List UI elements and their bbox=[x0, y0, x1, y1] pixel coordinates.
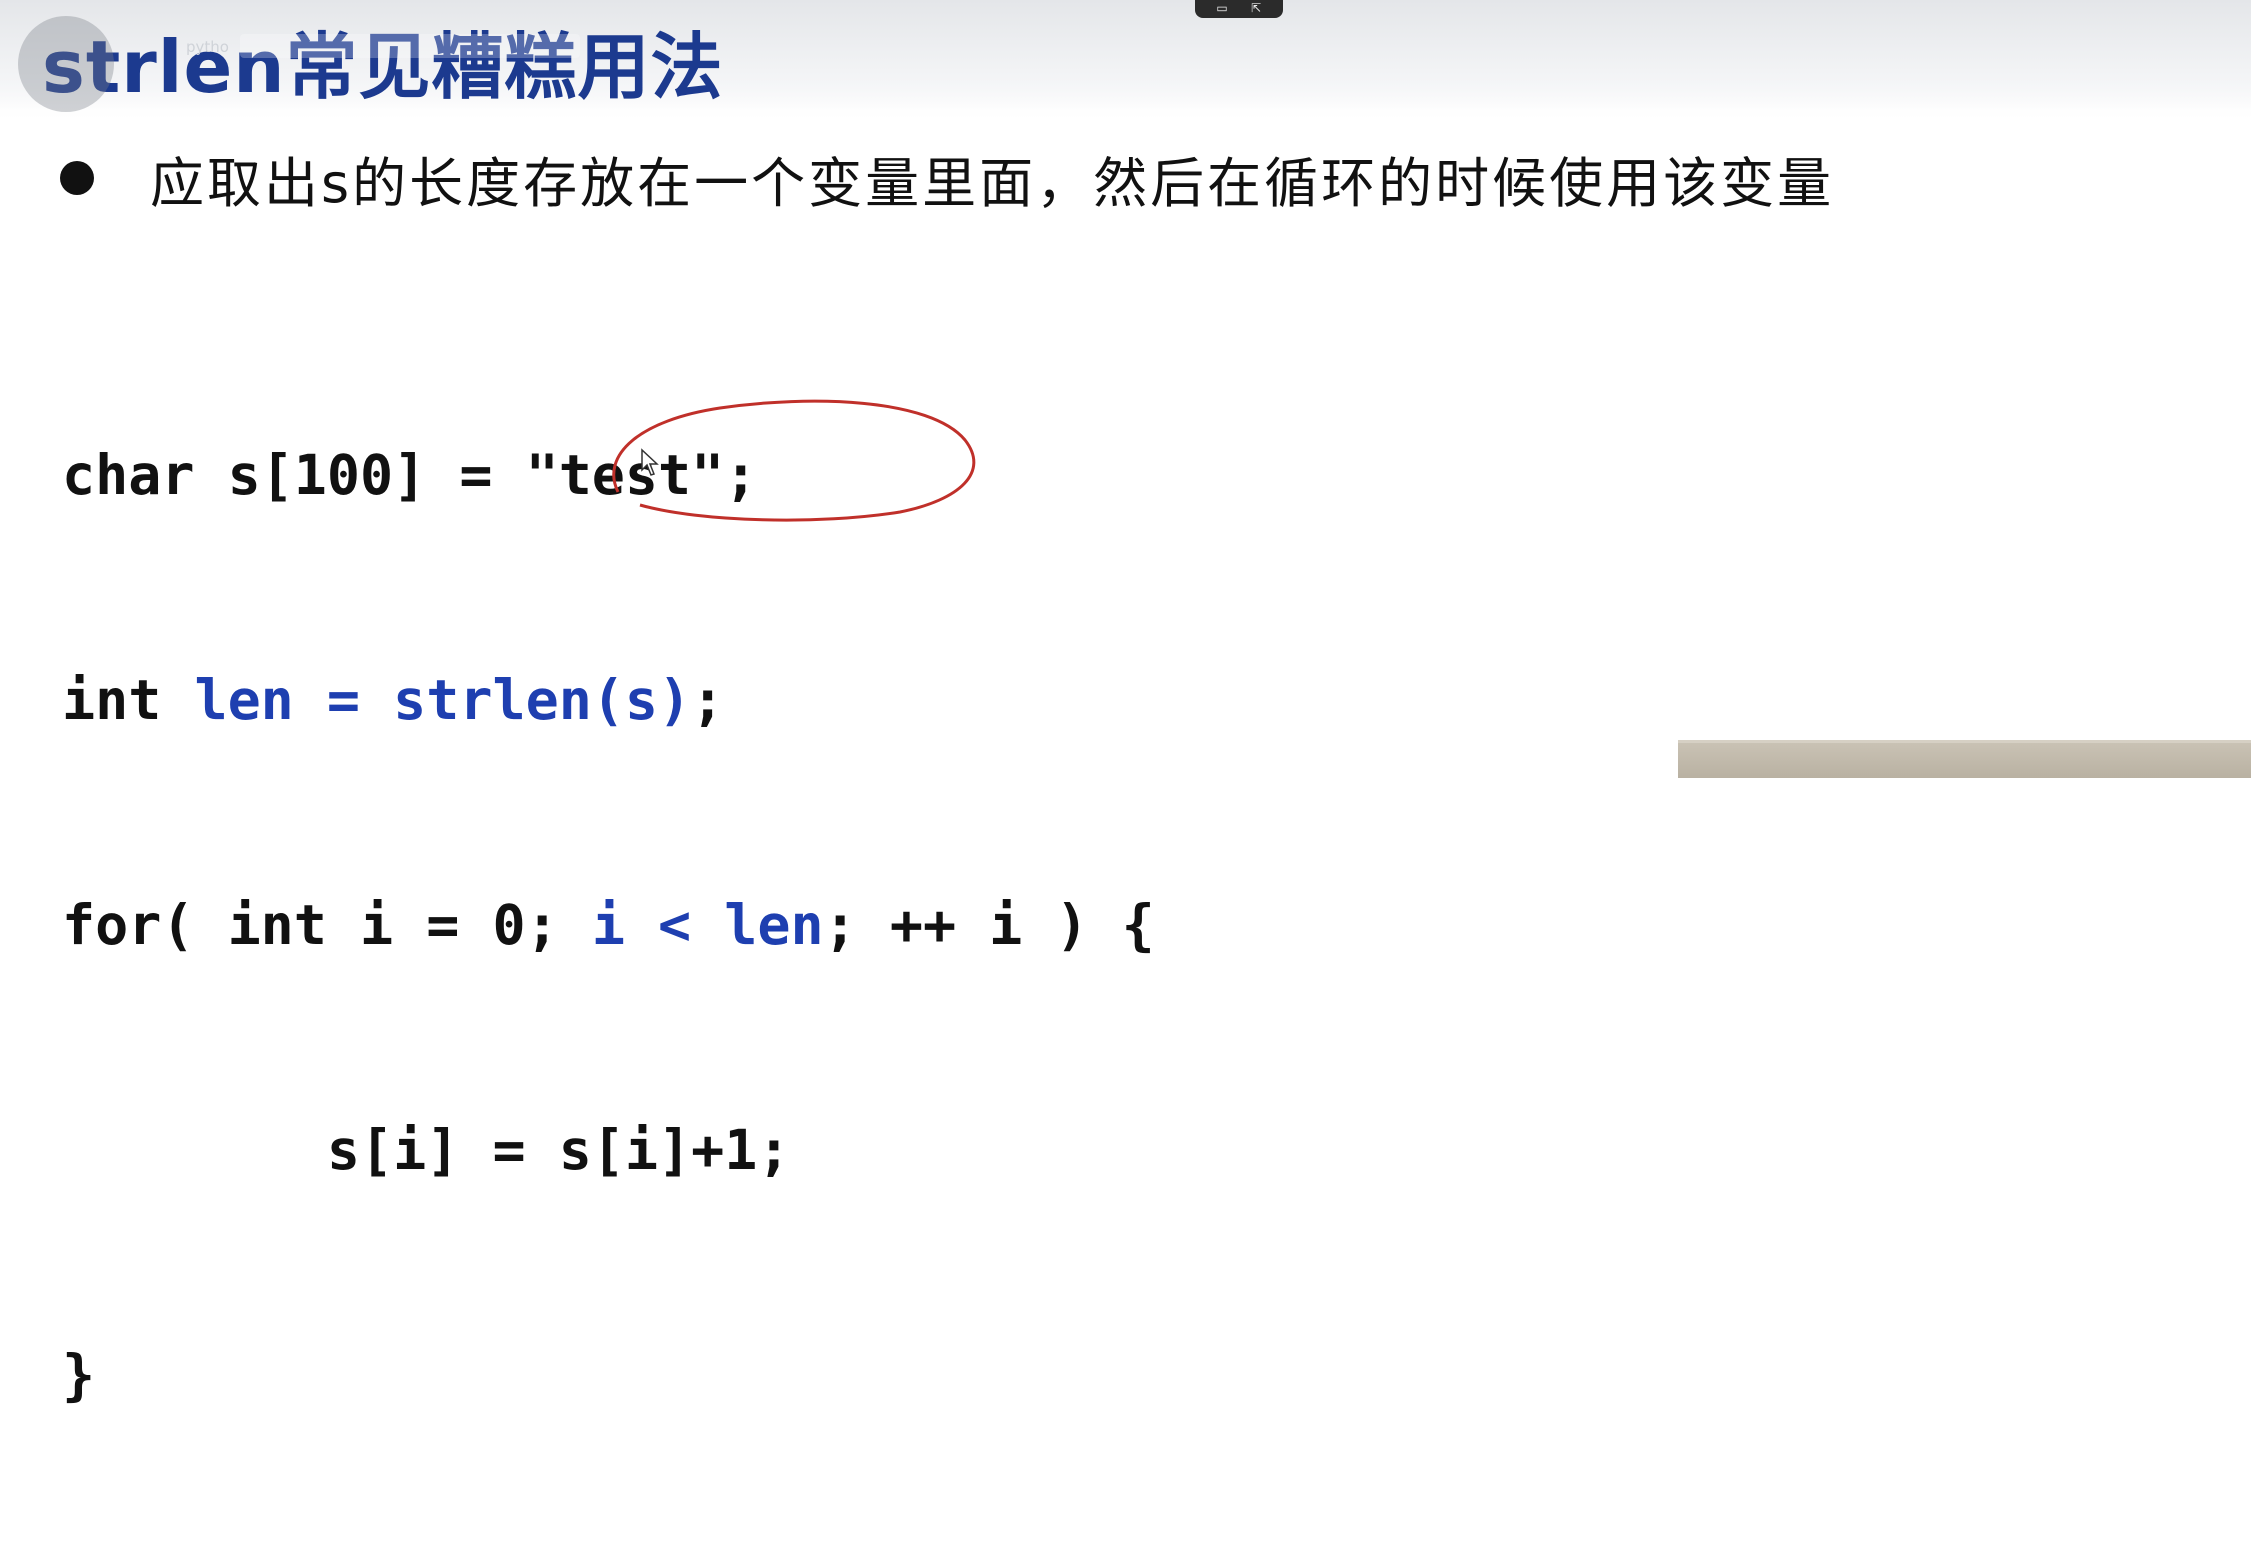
code-block: char s[100] = "test"; int len = strlen(s… bbox=[62, 288, 1155, 1550]
presentation-slide: strlen常见糟糕用法 pytho ▭ ⇱ 应取出s的长度存放在一个变量里面，… bbox=[0, 0, 2251, 1407]
app-overlay-icon[interactable] bbox=[18, 16, 114, 112]
code-text: int bbox=[62, 668, 195, 732]
code-highlight: i < len bbox=[591, 893, 824, 957]
bullet-text: 应取出s的长度存放在一个变量里面，然后在循环的时候使用该变量 bbox=[150, 151, 1835, 215]
code-line-4: s[i] = s[i]+1; bbox=[62, 1113, 1155, 1188]
code-line-3: for( int i = 0; i < len; ++ i ) { bbox=[62, 888, 1155, 963]
overlay-label: pytho bbox=[186, 38, 229, 56]
code-text: ; bbox=[691, 668, 725, 732]
code-text: } bbox=[62, 1343, 96, 1407]
code-highlight: len = strlen(s) bbox=[194, 668, 692, 732]
bullet-dot-icon bbox=[60, 161, 94, 195]
code-text: ; ++ i ) { bbox=[823, 893, 1155, 957]
exit-fullscreen-icon[interactable]: ⇱ bbox=[1247, 2, 1265, 14]
code-line-5: } bbox=[62, 1338, 1155, 1413]
mouse-cursor-icon bbox=[641, 448, 659, 476]
code-text: s[i] = s[i]+1; bbox=[62, 1118, 791, 1182]
bullet-item: 应取出s的长度存放在一个变量里面，然后在循环的时候使用该变量 bbox=[60, 138, 1834, 218]
code-line-1: char s[100] = "test"; bbox=[62, 438, 1155, 513]
overlay-toolbar[interactable] bbox=[240, 34, 580, 58]
code-line-2: int len = strlen(s); bbox=[62, 663, 1155, 738]
video-thumbnail bbox=[1678, 740, 2251, 778]
video-player-controls[interactable]: ▭ ⇱ bbox=[1195, 0, 1283, 18]
code-text: for( int i = 0; bbox=[62, 893, 592, 957]
pip-icon[interactable]: ▭ bbox=[1213, 2, 1231, 14]
slide-title: strlen常见糟糕用法 bbox=[42, 25, 724, 109]
